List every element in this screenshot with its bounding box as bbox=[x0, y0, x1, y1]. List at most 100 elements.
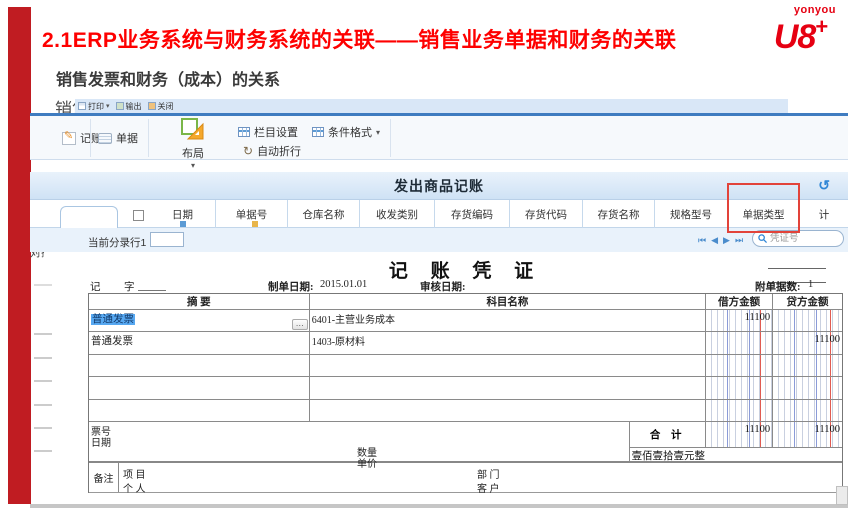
current-row-input[interactable] bbox=[150, 232, 184, 247]
account-cell[interactable] bbox=[310, 377, 706, 398]
summary-cell[interactable] bbox=[89, 400, 310, 421]
post-icon bbox=[62, 132, 76, 145]
export-button[interactable]: 输出 bbox=[116, 101, 142, 112]
voucher-row[interactable] bbox=[89, 355, 842, 377]
voucher-row[interactable] bbox=[89, 400, 842, 422]
remark-body: 项 目 个 人 部 门 客 户 bbox=[119, 463, 842, 492]
account-cell[interactable]: 6401-主营业务成本 bbox=[310, 310, 706, 331]
debit-amount-cell[interactable] bbox=[706, 377, 773, 398]
conditional-format-button[interactable]: 条件格式 ▾ bbox=[312, 124, 380, 140]
edge-line-fragment bbox=[34, 427, 52, 429]
post-button[interactable]: 记账 bbox=[62, 130, 102, 146]
toolbar-separator bbox=[148, 119, 149, 157]
slide-subtitle: 销售发票和财务（成本）的关系 bbox=[56, 66, 280, 90]
column-header-warehouse[interactable]: 仓库名称 bbox=[288, 200, 360, 228]
total-label-cell: 合 计 bbox=[630, 422, 706, 448]
toolbar-separator bbox=[90, 119, 91, 157]
last-record-icon[interactable]: ⏭ bbox=[735, 232, 743, 248]
remark-label: 备注 bbox=[89, 463, 119, 492]
account-cell[interactable]: 1403-原材料 bbox=[310, 332, 706, 353]
column-settings-icon bbox=[238, 127, 250, 137]
voucher-word-prefix: 记 bbox=[90, 279, 101, 294]
printer-icon bbox=[78, 102, 86, 110]
summary-cell[interactable] bbox=[89, 355, 310, 376]
auto-wrap-button[interactable]: ↻ 自动折行 bbox=[243, 143, 301, 159]
amount-in-words-row: 壹佰壹拾壹元整 bbox=[89, 448, 842, 463]
column-header-item-name[interactable]: 存货名称 bbox=[583, 200, 655, 228]
remark-person-label: 个 人 bbox=[123, 480, 146, 495]
credit-amount-cell[interactable] bbox=[773, 377, 842, 398]
account-cell[interactable] bbox=[310, 355, 706, 376]
voucher-row[interactable]: 普通发票 1403-原材料 11100 bbox=[89, 332, 842, 354]
column-icon-fragment bbox=[180, 221, 186, 227]
edge-line-fragment bbox=[34, 450, 52, 452]
column-header-item-alt-code[interactable]: 存货代码 bbox=[510, 200, 583, 228]
column-icon-fragment bbox=[252, 221, 258, 227]
voucher-number-line bbox=[138, 290, 166, 291]
status-nav-row: 当前分录行1 ⏮ ◀ ▶ ⏭ bbox=[30, 228, 848, 252]
column-settings-button[interactable]: 栏目设置 bbox=[238, 124, 298, 140]
close-button[interactable]: 关闭 bbox=[148, 101, 174, 112]
search-icon bbox=[758, 234, 767, 243]
print-button[interactable]: 打印 ▾ bbox=[78, 101, 110, 112]
voucher-col-debit: 借方金额 bbox=[706, 294, 773, 309]
voucher-row[interactable]: 普通发票 … 6401-主营业务成本 11100 bbox=[89, 310, 842, 332]
audit-date-label: 审核日期: bbox=[420, 279, 466, 294]
current-entry-row-label: 当前分录行1 bbox=[88, 235, 146, 250]
logo-plus: + bbox=[815, 14, 827, 39]
credit-amount-cell[interactable] bbox=[773, 355, 842, 376]
attach-count-value: 1 bbox=[808, 279, 813, 290]
debit-amount-cell[interactable] bbox=[706, 355, 773, 376]
column-header-item-code[interactable]: 存货编码 bbox=[435, 200, 510, 228]
summary-cell[interactable]: 普通发票 bbox=[89, 332, 310, 353]
layout-button[interactable]: 布局 ▾ bbox=[156, 118, 230, 158]
mini-window-toolbar: 打印 ▾ 输出 关闭 bbox=[75, 99, 788, 113]
total-debit-cell: 11100 bbox=[706, 422, 773, 448]
search-input[interactable] bbox=[770, 233, 830, 244]
voucher-col-summary: 摘 要 bbox=[89, 294, 310, 309]
grid-column-header-row: 日期 单据号 仓库名称 收发类别 存货编码 存货代码 存货名称 规格型号 单据类… bbox=[30, 200, 848, 228]
column-header-spec-model[interactable]: 规格型号 bbox=[655, 200, 728, 228]
prev-record-icon[interactable]: ◀ bbox=[711, 232, 718, 248]
summary-cell-selected[interactable]: 普通发票 bbox=[91, 314, 135, 325]
remark-department-label: 部 门 bbox=[477, 466, 500, 481]
scrollbar-fragment[interactable] bbox=[836, 486, 848, 505]
next-record-icon[interactable]: ▶ bbox=[723, 232, 730, 248]
layout-caret-icon: ▾ bbox=[156, 161, 230, 170]
lookup-dots-button[interactable]: … bbox=[292, 319, 308, 330]
remark-project-label: 项 目 bbox=[123, 466, 146, 481]
voucher-remark-row: 备注 项 目 个 人 部 门 客 户 bbox=[89, 463, 842, 493]
document-button[interactable]: 单据 bbox=[98, 130, 138, 146]
voucher-row[interactable] bbox=[89, 377, 842, 399]
close-icon bbox=[148, 102, 156, 110]
column-header-inout-type[interactable]: 收发类别 bbox=[360, 200, 435, 228]
debit-amount-cell[interactable] bbox=[706, 332, 773, 353]
credit-amount-cell[interactable]: 11100 bbox=[773, 332, 842, 353]
edge-line-fragment bbox=[34, 333, 52, 335]
grid-title: 发出商品记账 bbox=[394, 176, 484, 196]
credit-amount-cell[interactable] bbox=[773, 310, 842, 331]
amount-in-words: 壹佰壹拾壹元整 bbox=[630, 448, 842, 461]
first-record-icon[interactable]: ⏮ bbox=[698, 232, 706, 248]
credit-amount-cell[interactable] bbox=[773, 400, 842, 421]
print-caret-icon: ▾ bbox=[106, 102, 110, 110]
remark-customer-label: 客 户 bbox=[477, 480, 500, 495]
refresh-undo-icon[interactable]: ↺ bbox=[818, 178, 830, 192]
account-cell[interactable] bbox=[310, 400, 706, 421]
edge-line-fragment bbox=[34, 380, 52, 382]
debit-amount-cell[interactable]: 11100 bbox=[706, 310, 773, 331]
voucher-word-suffix: 字 bbox=[124, 279, 135, 294]
record-navigator: ⏮ ◀ ▶ ⏭ bbox=[698, 232, 743, 248]
summary-cell[interactable] bbox=[89, 377, 310, 398]
select-all-checkbox[interactable] bbox=[133, 210, 144, 221]
column-header-unit[interactable]: 计 bbox=[800, 200, 848, 228]
grid-tab[interactable] bbox=[60, 206, 118, 228]
export-icon bbox=[116, 102, 124, 110]
slide-accent-bar bbox=[8, 7, 31, 504]
attach-count-label: 附单据数: bbox=[755, 279, 801, 294]
debit-amount-cell[interactable] bbox=[706, 400, 773, 421]
document-icon bbox=[98, 133, 112, 144]
yonyou-u8-logo: yonyou U8+ bbox=[774, 5, 836, 54]
conditional-format-icon bbox=[312, 127, 324, 137]
main-toolbar: 记账 单据 布局 ▾ 栏目设置 条件格式 ▾ ↻ 自动折行 bbox=[30, 116, 848, 160]
